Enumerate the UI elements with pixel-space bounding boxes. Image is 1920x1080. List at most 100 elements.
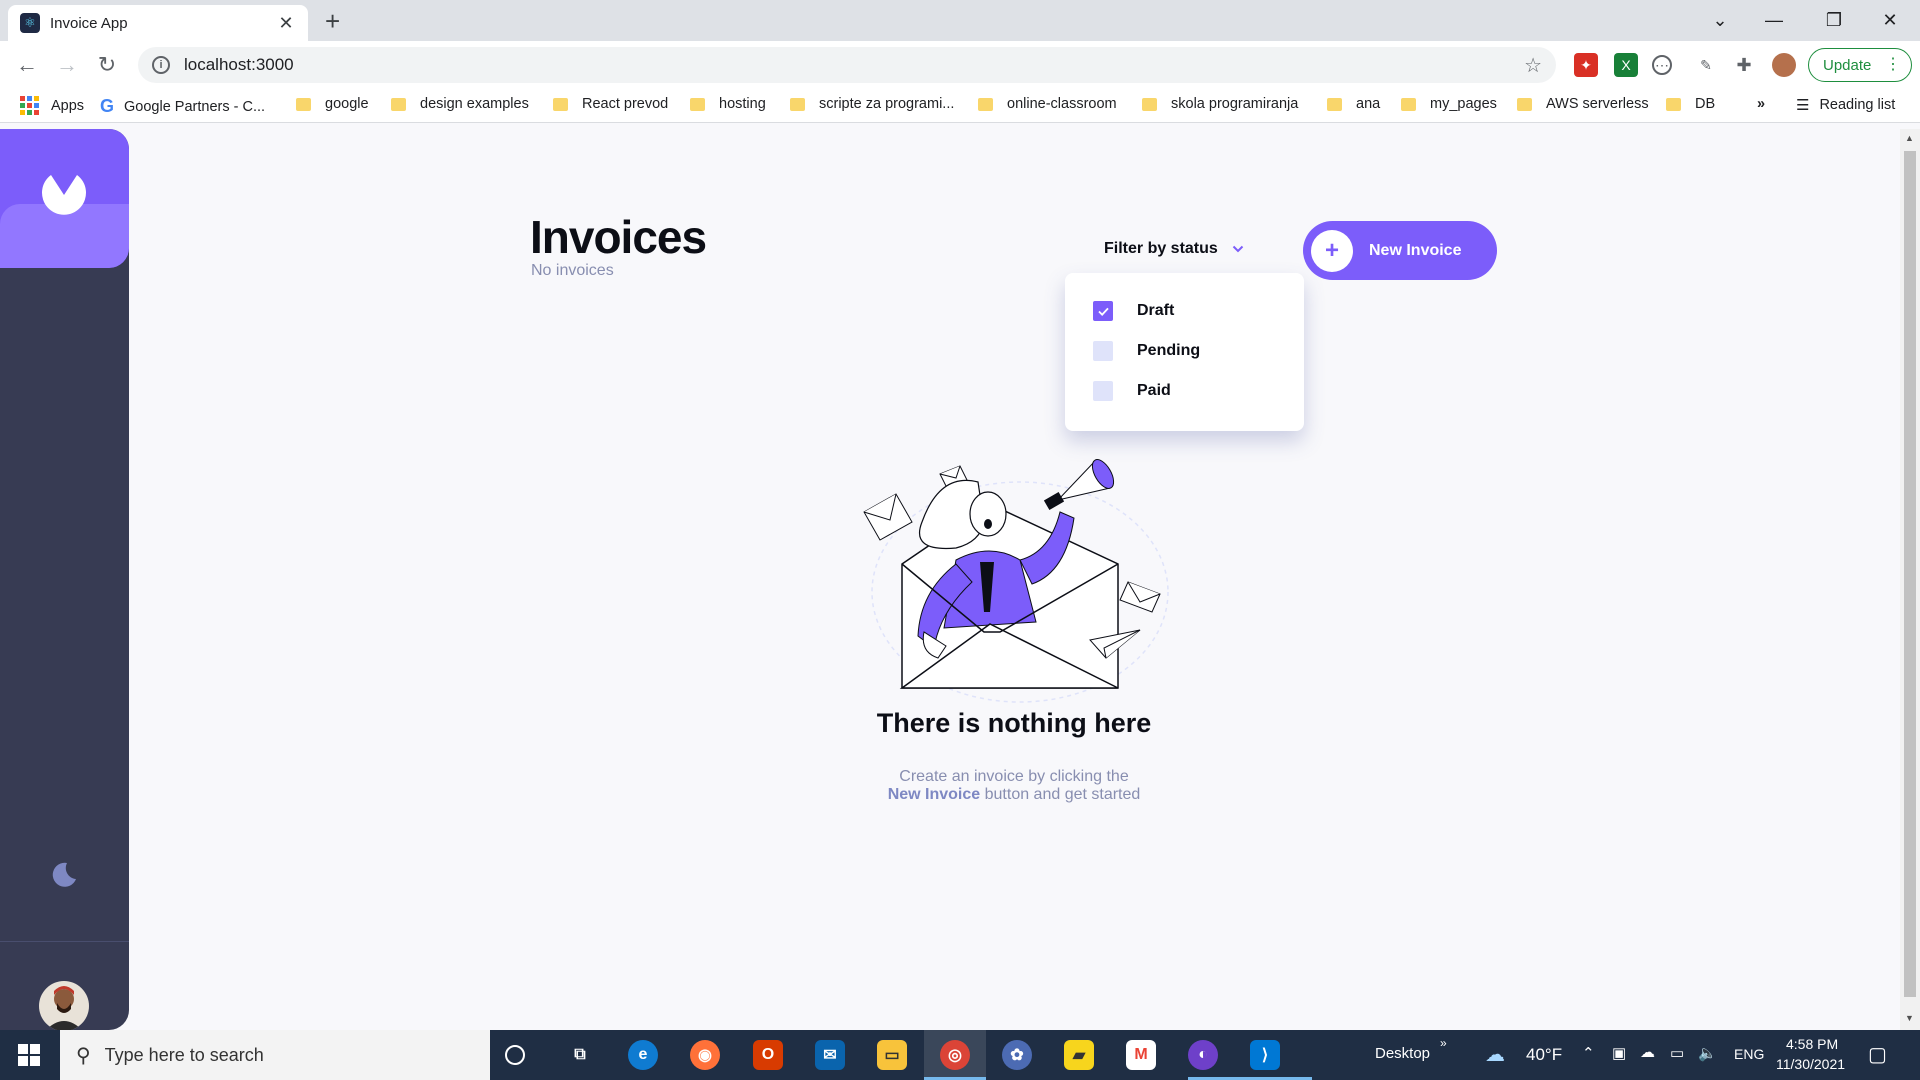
filter-checkbox-draft[interactable] xyxy=(1093,301,1113,321)
onedrive-icon[interactable]: ☁ xyxy=(1640,1043,1655,1061)
mail-icon[interactable]: ✉ xyxy=(815,1040,845,1070)
firefox-icon[interactable]: ◉ xyxy=(690,1040,720,1070)
bookmark-label: google xyxy=(325,96,369,112)
filter-option-pending[interactable]: Pending xyxy=(1093,341,1200,361)
new-invoice-button[interactable]: + New Invoice xyxy=(1303,221,1497,280)
bookmark-apps[interactable]: Apps xyxy=(20,96,84,115)
site-info-icon[interactable]: i xyxy=(152,56,170,74)
forward-icon[interactable]: → xyxy=(52,51,82,79)
address-bar[interactable]: i localhost:3000 ☆ xyxy=(138,47,1556,83)
cortana-icon[interactable] xyxy=(505,1045,525,1065)
bookmark-label: hosting xyxy=(719,96,766,112)
back-icon[interactable]: ← xyxy=(12,51,42,79)
app-logo[interactable] xyxy=(0,129,129,268)
bookmark-label: design examples xyxy=(420,96,529,112)
gmail-icon[interactable]: M xyxy=(1126,1040,1156,1070)
extension-code-icon[interactable]: ⋯ xyxy=(1652,55,1672,75)
paint-icon[interactable]: ✿ xyxy=(1002,1040,1032,1070)
meet-now-icon[interactable]: ▣ xyxy=(1612,1044,1626,1062)
bookmark-folder[interactable]: DB xyxy=(1666,96,1715,112)
reading-list-icon: ☰ xyxy=(1796,97,1810,114)
clock-date[interactable]: 11/30/2021 xyxy=(1776,1056,1845,1072)
folder-icon xyxy=(1142,97,1157,111)
minimize-icon[interactable]: — xyxy=(1754,4,1794,36)
desktop-expand-icon[interactable]: » xyxy=(1440,1036,1447,1050)
profile-avatar-icon[interactable] xyxy=(1772,53,1796,77)
desktop-toolbar-label[interactable]: Desktop xyxy=(1375,1045,1430,1062)
taskbar-search-box[interactable]: ⚲ Type here to search xyxy=(60,1030,490,1080)
chrome-menu-icon[interactable]: ⋮ xyxy=(1885,54,1901,74)
weather-temperature[interactable]: 40°F xyxy=(1526,1045,1562,1065)
moon-icon[interactable] xyxy=(50,861,78,889)
office-icon[interactable]: O xyxy=(753,1040,783,1070)
bookmark-folder[interactable]: scripte za programi... xyxy=(790,96,954,112)
extension-excel-icon[interactable]: X xyxy=(1614,53,1638,77)
avatar[interactable] xyxy=(39,981,89,1031)
filter-checkbox-pending[interactable] xyxy=(1093,341,1113,361)
folder-icon xyxy=(553,97,568,111)
windows-start-icon[interactable] xyxy=(18,1044,40,1066)
folder-icon xyxy=(391,97,406,111)
file-explorer-icon[interactable]: ▭ xyxy=(877,1040,907,1070)
reload-icon[interactable]: ↻ xyxy=(92,51,122,79)
restore-icon[interactable]: ❐ xyxy=(1814,4,1854,36)
scroll-up-icon[interactable]: ▲ xyxy=(1905,133,1914,143)
bookmark-folder[interactable]: my_pages xyxy=(1401,96,1497,112)
folder-icon xyxy=(296,97,311,111)
sticky-notes-icon[interactable]: ▰ xyxy=(1064,1040,1094,1070)
new-tab-icon[interactable]: + xyxy=(325,8,340,34)
reading-list-button[interactable]: ☰ Reading list xyxy=(1796,96,1895,114)
chrome-icon[interactable]: ◎ xyxy=(940,1040,970,1070)
folder-icon xyxy=(790,97,805,111)
bookmark-folder[interactable]: online-classroom xyxy=(978,96,1117,112)
bookmark-label: my_pages xyxy=(1430,96,1497,112)
filter-status-menu: Draft Pending Paid xyxy=(1065,273,1304,431)
bookmark-star-icon[interactable]: ☆ xyxy=(1524,53,1542,78)
bookmarks-bar: Apps G Google Partners - C... google des… xyxy=(0,89,1920,123)
bookmark-folder[interactable]: google xyxy=(296,96,369,112)
bookmark-folder[interactable]: AWS serverless xyxy=(1517,96,1649,112)
language-indicator[interactable]: ENG xyxy=(1734,1046,1764,1062)
empty-state-title: There is nothing here xyxy=(876,708,1152,738)
battery-icon[interactable]: ▭ xyxy=(1670,1044,1684,1062)
filter-label: Filter by status xyxy=(1104,240,1218,257)
extension-red-icon[interactable]: ✦ xyxy=(1574,53,1598,77)
bookmark-google-partners[interactable]: G Google Partners - C... xyxy=(100,96,265,117)
browser-tab[interactable]: ⚛ Invoice App ✕ xyxy=(8,5,308,41)
extensions-puzzle-icon[interactable]: ✚ xyxy=(1732,53,1756,77)
address-url[interactable]: localhost:3000 xyxy=(184,55,1524,75)
filter-checkbox-paid[interactable] xyxy=(1093,381,1113,401)
filter-by-status-dropdown[interactable]: Filter by status xyxy=(1104,240,1244,258)
filter-option-label: Pending xyxy=(1137,342,1201,359)
filter-option-paid[interactable]: Paid xyxy=(1093,381,1171,401)
bookmark-folder[interactable]: hosting xyxy=(690,96,766,112)
task-view-icon[interactable]: ⧉ xyxy=(565,1040,595,1070)
bookmark-folder[interactable]: React prevod xyxy=(553,96,668,112)
bookmark-folder[interactable]: ana xyxy=(1327,96,1380,112)
volume-icon[interactable]: 🔈 xyxy=(1698,1044,1717,1062)
weather-cloud-icon[interactable]: ☁ xyxy=(1485,1042,1505,1067)
notifications-icon[interactable]: ▢ xyxy=(1868,1042,1887,1067)
tab-close-icon[interactable]: ✕ xyxy=(276,13,296,34)
chrome-update-button[interactable]: Update ⋮ xyxy=(1808,48,1912,82)
filter-option-label: Paid xyxy=(1137,382,1171,399)
vscode-icon[interactable]: ⟩ xyxy=(1250,1040,1280,1070)
bookmarks-overflow-button[interactable]: » xyxy=(1757,96,1765,112)
scroll-down-icon[interactable]: ▼ xyxy=(1905,1013,1914,1023)
scroll-thumb[interactable] xyxy=(1904,151,1916,997)
folder-icon xyxy=(978,97,993,111)
filter-option-draft[interactable]: Draft xyxy=(1093,301,1174,321)
edge-icon[interactable]: e xyxy=(628,1040,658,1070)
extension-pen-icon[interactable]: ✎ xyxy=(1694,53,1718,77)
bookmark-folder[interactable]: skola programiranja xyxy=(1142,96,1298,112)
folder-icon xyxy=(690,97,705,111)
clock-time[interactable]: 4:58 PM xyxy=(1786,1036,1838,1052)
window-close-icon[interactable]: ✕ xyxy=(1870,4,1910,36)
tray-overflow-icon[interactable]: ⌃ xyxy=(1582,1044,1595,1062)
folder-icon xyxy=(1327,97,1342,111)
tab-search-chevron-icon[interactable]: ⌄ xyxy=(1700,4,1740,36)
github-icon[interactable]: ◐ xyxy=(1188,1040,1218,1070)
page-scrollbar[interactable]: ▲ ▼ xyxy=(1900,129,1920,1030)
sidebar-divider xyxy=(0,941,129,942)
bookmark-folder[interactable]: design examples xyxy=(391,96,529,112)
